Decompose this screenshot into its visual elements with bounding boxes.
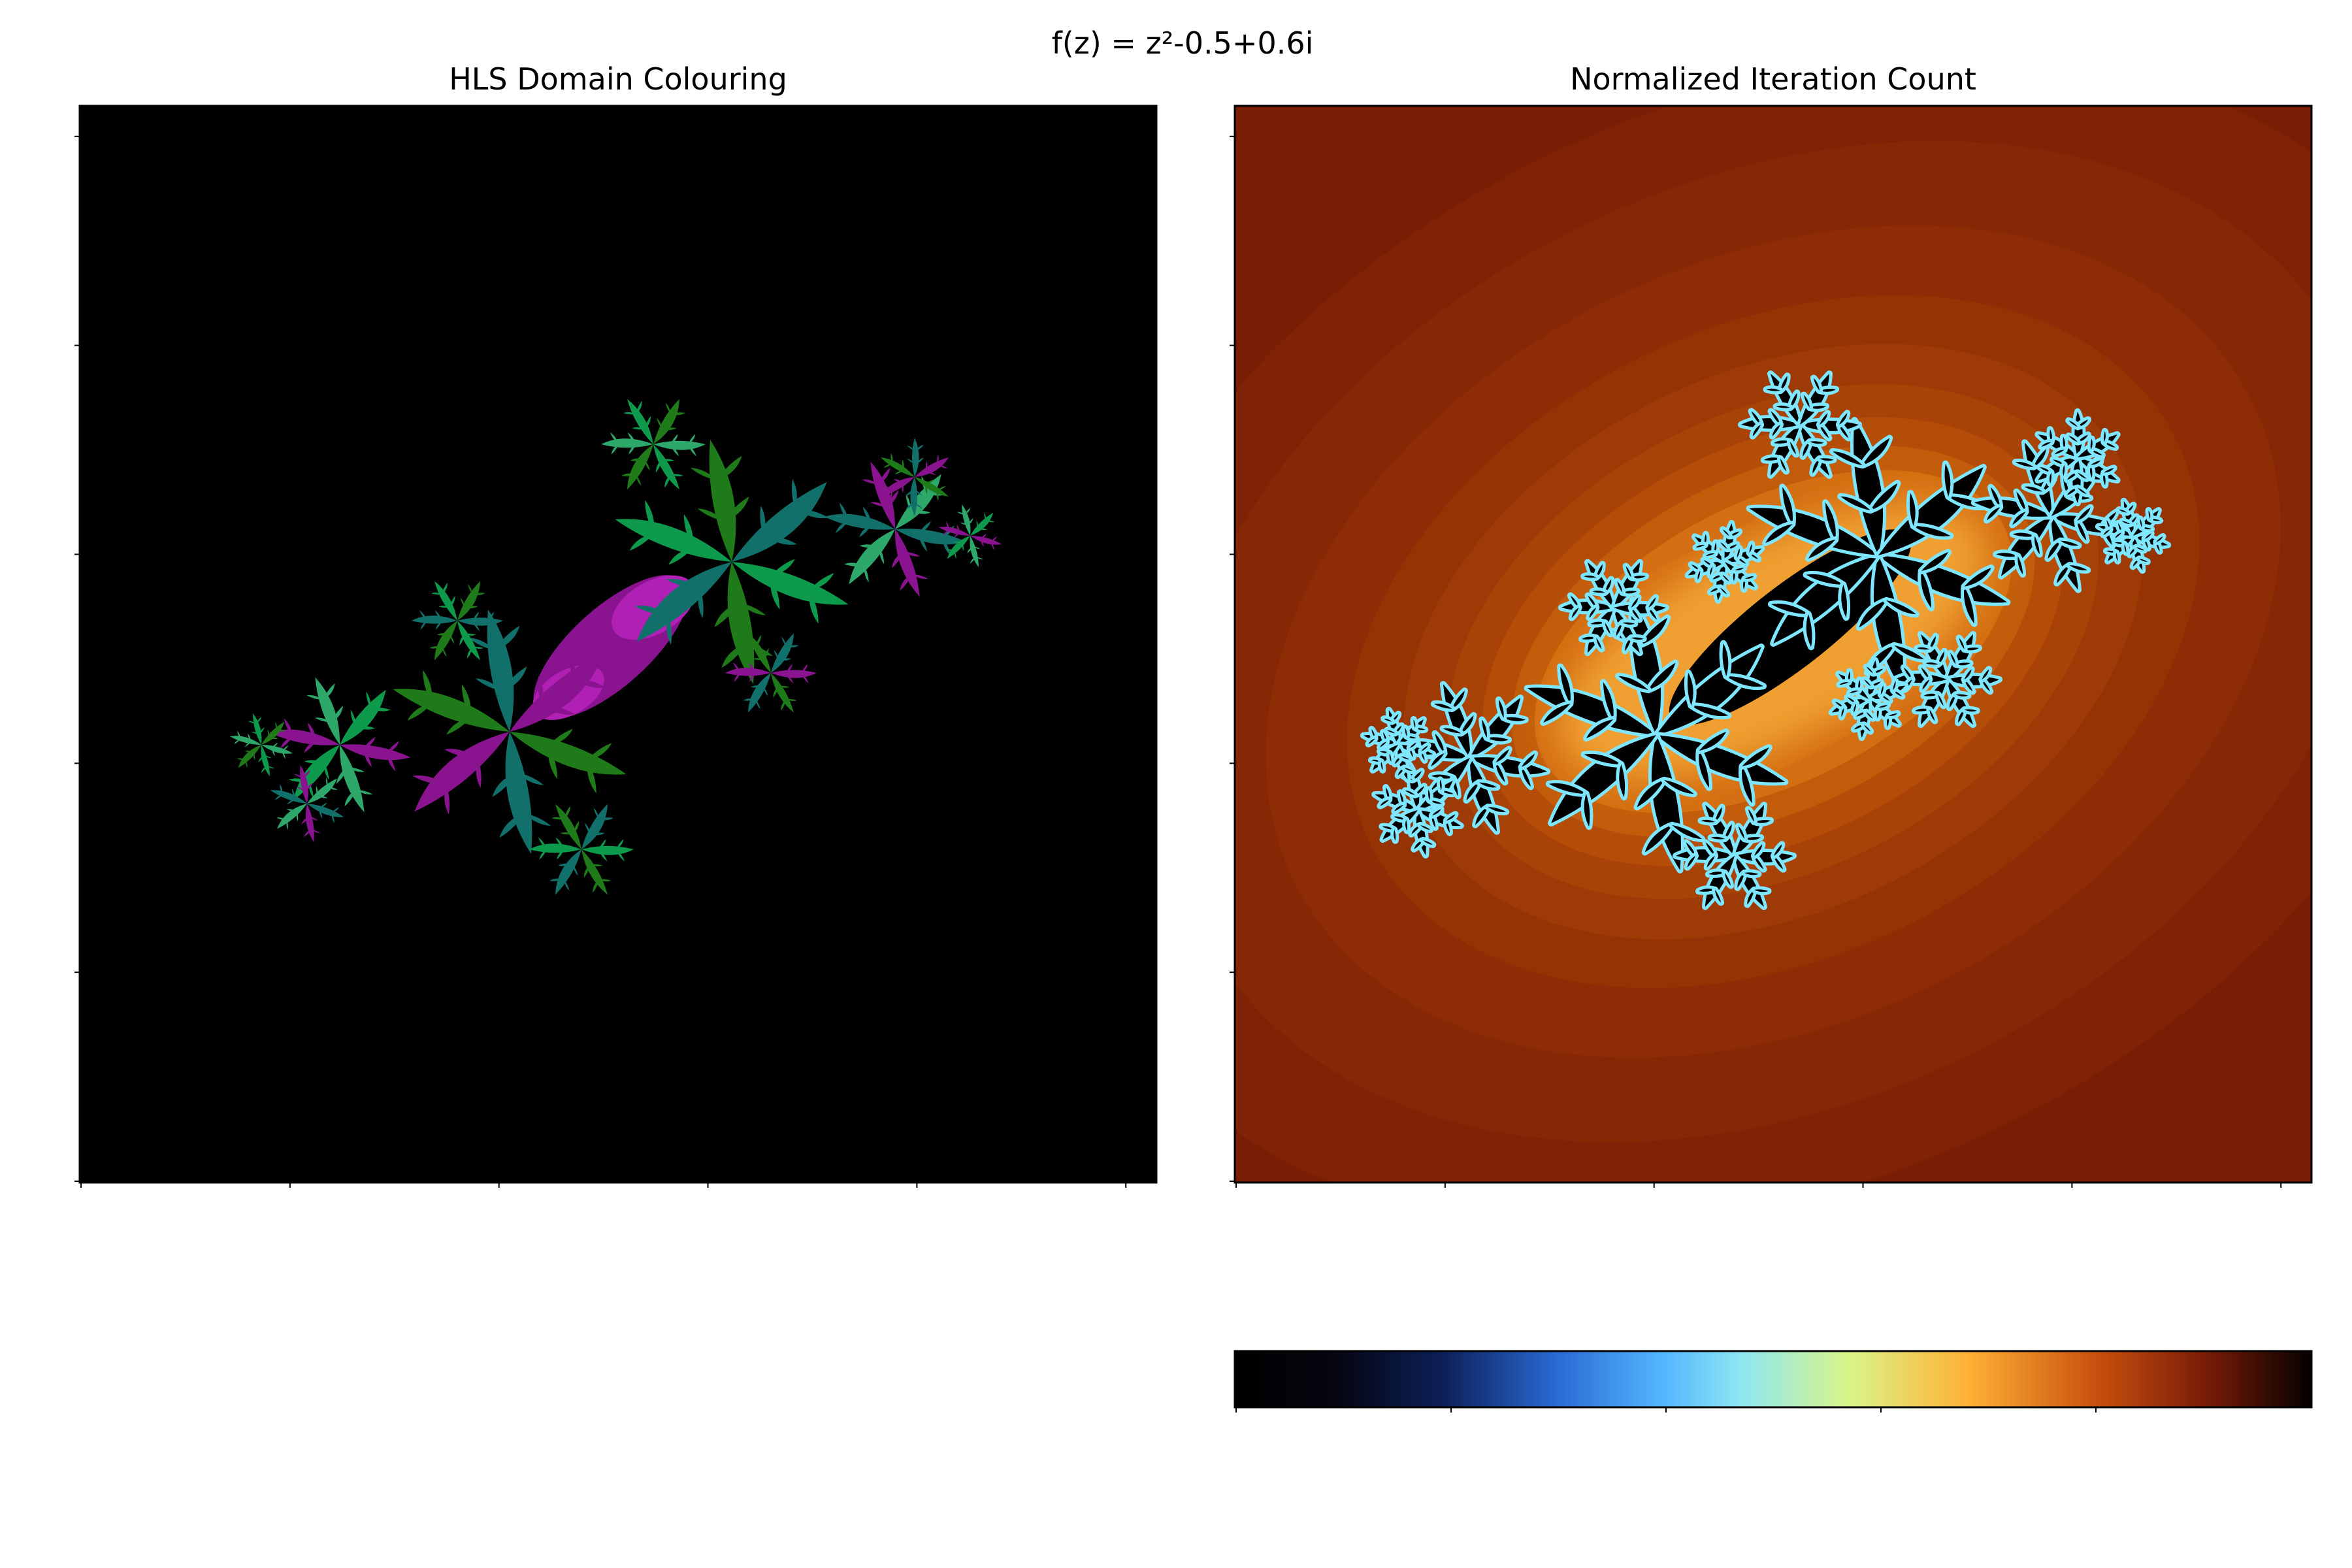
iteration-count-title: Normalized Iteration Count <box>1570 61 1976 97</box>
domain-colouring-title: HLS Domain Colouring <box>449 61 787 97</box>
domain-colouring-panel: HLS Domain Colouring <box>74 61 1158 1188</box>
colorbar-bar <box>1233 1350 2313 1409</box>
figure-title: f(z) = z²-0.5+0.6i <box>1052 25 1314 61</box>
colorbar <box>1233 1350 2313 1413</box>
figure: f(z) = z²-0.5+0.6i HLS Domain Colouring … <box>74 25 2313 1413</box>
